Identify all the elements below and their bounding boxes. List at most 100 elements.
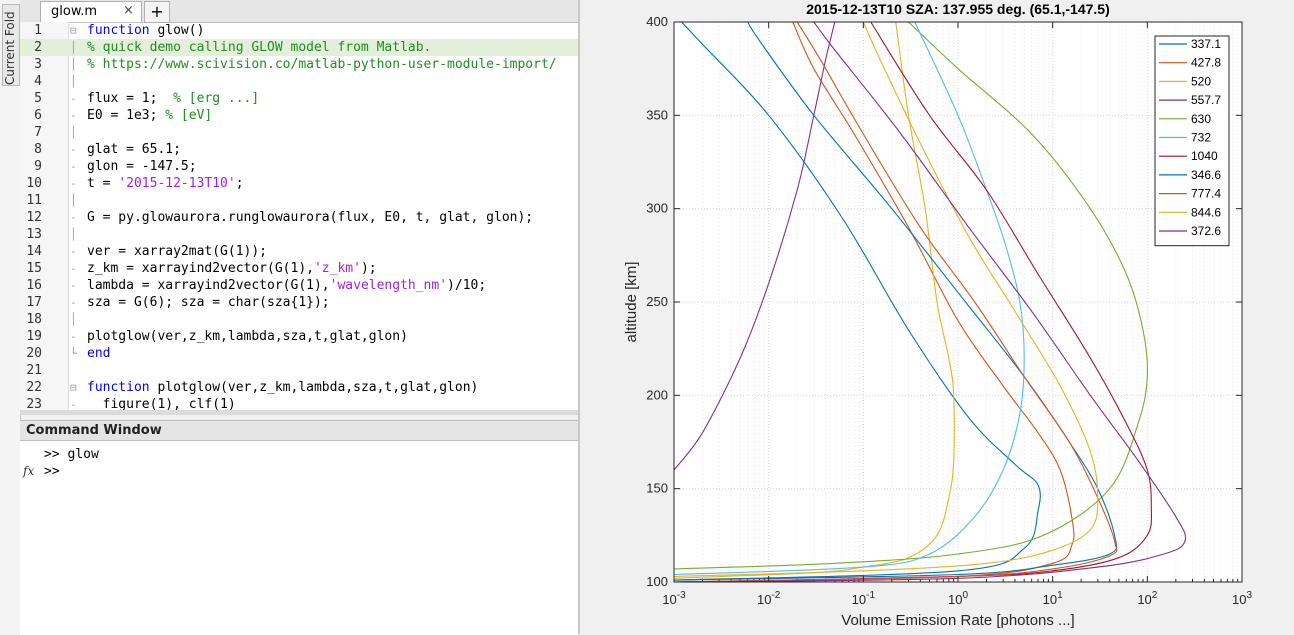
line-number: 19 (26, 329, 42, 344)
add-tab-button[interactable]: + (144, 1, 170, 23)
code-text: end (87, 346, 111, 361)
fold-marker: └ (70, 347, 77, 360)
fold-toggle-icon[interactable]: ⊟ (70, 379, 82, 396)
fold-marker: - (70, 330, 77, 343)
code-line[interactable]: 11 │ (20, 192, 578, 209)
line-number: 3 (34, 57, 42, 72)
code-line[interactable]: 9 - glon = -147.5; (20, 158, 578, 175)
code-text: % quick demo calling GLOW model from Mat… (87, 40, 432, 55)
command-history-line: >> glow (44, 447, 99, 462)
code-text: % https://www.scivision.co/matlab-python… (87, 57, 557, 72)
code-line[interactable]: 5 - flux = 1; % [erg ...] (20, 90, 578, 107)
code-line[interactable]: 3 │ % https://www.scivision.co/matlab-pyth… (20, 56, 578, 73)
line-number: 2 (34, 40, 42, 55)
y-tick-label: 300 (646, 201, 668, 216)
tab-glow-m[interactable]: glow.m × (40, 1, 142, 22)
code-line[interactable]: 1 ⊟ function glow() (20, 22, 578, 39)
code-line[interactable]: 15 - z_km = xarrayind2vector(G(1),'z_km'); (20, 260, 578, 277)
line-number: 6 (34, 108, 42, 123)
legend-entry: 777.4 (1191, 187, 1221, 201)
line-number: 10 (26, 176, 42, 191)
fold-marker: │ (70, 194, 77, 207)
line-number: 8 (34, 142, 42, 157)
legend-entry: 844.6 (1191, 205, 1221, 219)
code-line[interactable]: 21 (20, 362, 578, 379)
command-window-title: Command Window (20, 421, 578, 441)
editor-horizontal-scrollbar[interactable] (20, 410, 578, 415)
legend-entry: 1040 (1191, 149, 1218, 163)
x-tick-label: 101 (1043, 590, 1063, 607)
code-text: t = '2015-12-13T10'; (87, 176, 244, 191)
line-number: 21 (26, 363, 42, 378)
fold-marker: - (70, 143, 77, 156)
fold-marker: - (70, 92, 77, 105)
legend-entry: 427.8 (1191, 56, 1221, 70)
fold-marker: │ (70, 75, 77, 88)
line-number: 7 (34, 125, 42, 140)
x-tick-label: 100 (948, 590, 968, 607)
line-number: 20 (26, 346, 42, 361)
code-line[interactable]: 18 │ (20, 311, 578, 328)
x-tick-label: 102 (1137, 590, 1157, 607)
code-line[interactable]: 20 └ end (20, 345, 578, 362)
figure-window: 10-3 10-2 10-1 100 101 102 103 100 150 200 250 300 3… (580, 0, 1294, 634)
y-tick-label: 200 (646, 387, 668, 402)
code-area[interactable]: 1 ⊟ function glow() 2 │ % quick demo calling … (20, 22, 578, 415)
line-number: 9 (34, 159, 42, 174)
legend-entry: 346.6 (1191, 168, 1221, 182)
y-tick-label: 100 (646, 574, 668, 589)
line-number: 16 (26, 278, 42, 293)
code-line[interactable]: 17 - sza = G(6); sza = char(sza{1}); (20, 294, 578, 311)
legend-entry: 372.6 (1191, 224, 1221, 238)
code-text: glat = 65.1; (87, 142, 181, 157)
line-number: 15 (26, 261, 42, 276)
x-tick-label: 10-3 (662, 590, 686, 607)
fold-toggle-icon[interactable]: ⊟ (70, 22, 82, 39)
code-line[interactable]: 14 - ver = xarray2mat(G(1)); (20, 243, 578, 260)
close-icon[interactable]: × (123, 3, 134, 18)
code-text: glon = -147.5; (87, 159, 197, 174)
code-line[interactable]: 12 - G = py.glowaurora.runglowaurora(flux,… (20, 209, 578, 226)
current-folder-strip[interactable]: Current Fold (0, 0, 21, 634)
fold-marker: - (70, 109, 77, 122)
y-tick-label: 350 (646, 107, 668, 122)
x-tick-label: 10-1 (852, 590, 876, 607)
fold-marker: │ (70, 228, 77, 241)
line-number: 4 (34, 74, 42, 89)
x-tick-label: 103 (1232, 590, 1252, 607)
line-number: 12 (26, 210, 42, 225)
fx-icon[interactable]: fx (23, 464, 34, 478)
command-window[interactable]: Command Window >> glow fx >> (20, 420, 578, 635)
line-number: 11 (26, 193, 42, 208)
code-line[interactable]: 10 - t = '2015-12-13T10'; (20, 175, 578, 192)
code-line[interactable]: 6 - E0 = 1e3; % [eV] (20, 107, 578, 124)
legend-entry: 337.1 (1191, 37, 1221, 51)
legend: 337.1 427.8 520 557.7 630 732 1040 346.6 777.4 84… (1154, 35, 1230, 247)
current-folder-tab[interactable]: Current Fold (2, 4, 20, 86)
code-text: G = py.glowaurora.runglowaurora(flux, E0… (87, 210, 534, 225)
code-text: function plotglow(ver,z_km,lambda,sza,t,… (87, 380, 479, 395)
code-text: function glow() (87, 23, 205, 38)
fold-marker: │ (70, 41, 77, 54)
x-tick-label: 10-2 (757, 590, 781, 607)
editor-panel: glow.m × + 1 ⊟ function glow() 2 │ % quick de… (20, 0, 578, 415)
fold-marker: - (70, 177, 77, 190)
code-line[interactable]: 13 │ (20, 226, 578, 243)
command-prompt[interactable]: >> (44, 463, 60, 480)
fold-marker: - (70, 279, 77, 292)
y-axis-label: altitude [km] (623, 262, 640, 343)
code-line[interactable]: 4 │ (20, 73, 578, 90)
editor-tab-bar: glow.m × + (20, 0, 578, 23)
code-line[interactable]: 2 │ % quick demo calling GLOW model from M… (20, 39, 578, 56)
code-line[interactable]: 22 ⊟ function plotglow(ver,z_km,lambda,sza… (20, 379, 578, 396)
code-line[interactable]: 16 - lambda = xarrayind2vector(G(1),'wavel… (20, 277, 578, 294)
chart-title: 2015-12-13T10 SZA: 137.955 deg. (65.1,-1… (806, 1, 1110, 17)
line-number: 14 (26, 244, 42, 259)
line-number: 5 (34, 91, 42, 106)
code-line[interactable]: 7 │ (20, 124, 578, 141)
emission-plot: 10-3 10-2 10-1 100 101 102 103 100 150 200 250 300 3… (623, 1, 1252, 629)
code-line[interactable]: 8 - glat = 65.1; (20, 141, 578, 158)
line-number: 13 (26, 227, 42, 242)
code-line[interactable]: 19 - plotglow(ver,z_km,lambda,sza,t,glat,g… (20, 328, 578, 345)
tab-label: glow.m (51, 4, 98, 19)
